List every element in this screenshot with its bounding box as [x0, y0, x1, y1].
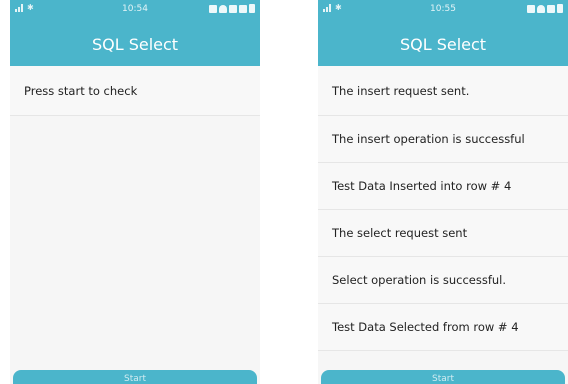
- list-item: Test Data Selected from row # 4: [318, 304, 568, 351]
- nfc-icon: [527, 4, 535, 13]
- phone-screen-before: ✱ 10:54 SQL Select Press start to check …: [10, 0, 260, 384]
- list-item: The insert operation is successful: [318, 116, 568, 163]
- battery-icon: [557, 4, 563, 13]
- status-bar: ✱ 10:55: [318, 0, 568, 18]
- app-header: ✱ 10:55 SQL Select: [318, 0, 568, 66]
- list-item: Test Data Inserted into row # 4: [318, 163, 568, 210]
- result-list: The insert request sent. The insert oper…: [318, 66, 568, 351]
- list-item: The select request sent: [318, 210, 568, 257]
- status-right: [527, 4, 563, 13]
- start-button[interactable]: Start: [13, 370, 257, 384]
- wifi-icon: [219, 4, 227, 13]
- app-title: SQL Select: [91, 35, 179, 54]
- app-title: SQL Select: [399, 35, 487, 54]
- status-bar: ✱ 10:54: [10, 0, 260, 18]
- list-item: Select operation is successful.: [318, 257, 568, 304]
- sim-icon: [239, 4, 247, 13]
- list-item: The insert request sent.: [318, 66, 568, 116]
- list-item: Press start to check: [10, 66, 260, 116]
- wifi-icon: [537, 4, 545, 13]
- start-button[interactable]: Start: [321, 370, 565, 384]
- app-header: ✱ 10:54 SQL Select: [10, 0, 260, 66]
- battery-icon: [249, 4, 255, 13]
- result-list: Press start to check: [10, 66, 260, 116]
- sound-icon: [547, 4, 555, 13]
- phone-screen-after: ✱ 10:55 SQL Select The insert request se…: [318, 0, 568, 384]
- sound-icon: [229, 4, 237, 13]
- status-right: [209, 4, 255, 13]
- nfc-icon: [209, 4, 217, 13]
